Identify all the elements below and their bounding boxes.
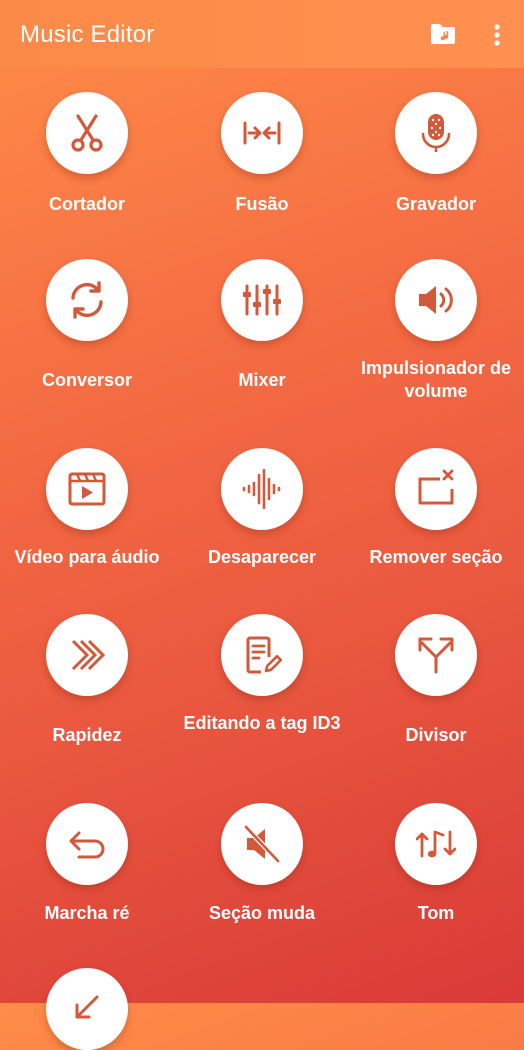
remove-section-icon [418, 469, 454, 505]
split-icon [418, 637, 454, 674]
tool-remover-circle [395, 448, 477, 530]
tool-video-circle [46, 448, 128, 530]
waveform-icon [242, 469, 281, 509]
app-bar: Music Editor [0, 0, 524, 68]
tool-fusao-circle [221, 92, 303, 174]
arrow-down-left-icon [75, 995, 99, 1019]
speed-arrows-icon [71, 639, 106, 671]
tool-impulsionador-circle [395, 259, 477, 341]
mute-icon [243, 824, 281, 864]
merge-icon [243, 121, 281, 145]
tool-rapidez-circle [46, 614, 128, 696]
tool-label: Divisor [405, 725, 467, 745]
tool-label: Desaparecer [207, 547, 317, 567]
tool-label: Rapidez [52, 725, 122, 745]
tool-label: Fusão [235, 194, 289, 214]
tool-label: Remover seção [369, 547, 503, 567]
mixer-sliders-icon [243, 284, 281, 316]
tool-marcha-re-circle [46, 803, 128, 885]
reverse-icon [69, 831, 105, 859]
tool-tom-circle [395, 803, 477, 885]
tool-desaparecer-circle [221, 448, 303, 530]
tool-secao-muda-circle [221, 803, 303, 885]
tool-id3-circle [221, 614, 303, 696]
microphone-icon [421, 114, 451, 152]
tool-label: Vídeo para áudio [14, 547, 160, 567]
tool-label: Conversor [41, 370, 133, 390]
music-folder-icon[interactable] [430, 22, 456, 46]
tool-label: Impulsionador de volume [360, 358, 511, 401]
edit-tag-icon [246, 636, 282, 674]
scissors-icon [71, 114, 103, 152]
convert-icon [71, 281, 103, 319]
tool-label: Mixer [238, 370, 286, 390]
tool-label: Editando a tag ID3 [183, 713, 341, 733]
tool-label: Marcha ré [44, 903, 130, 923]
more-vert-icon[interactable] [488, 20, 506, 48]
volume-up-icon [419, 286, 453, 314]
video-clapper-icon [68, 472, 106, 506]
tool-mixer-circle [221, 259, 303, 341]
tool-label: Seção muda [208, 903, 316, 923]
tool-label: Tom [417, 903, 455, 923]
tool-label: Cortador [49, 194, 125, 214]
app-title: Music Editor [20, 21, 155, 48]
tool-divisor-circle [395, 614, 477, 696]
tool-partial-circle [46, 968, 128, 1050]
tool-cortador-circle [46, 92, 128, 174]
pitch-icon [416, 830, 456, 858]
tool-label: Gravador [395, 194, 477, 214]
tool-conversor-circle [46, 259, 128, 341]
tool-gravador-circle [395, 92, 477, 174]
